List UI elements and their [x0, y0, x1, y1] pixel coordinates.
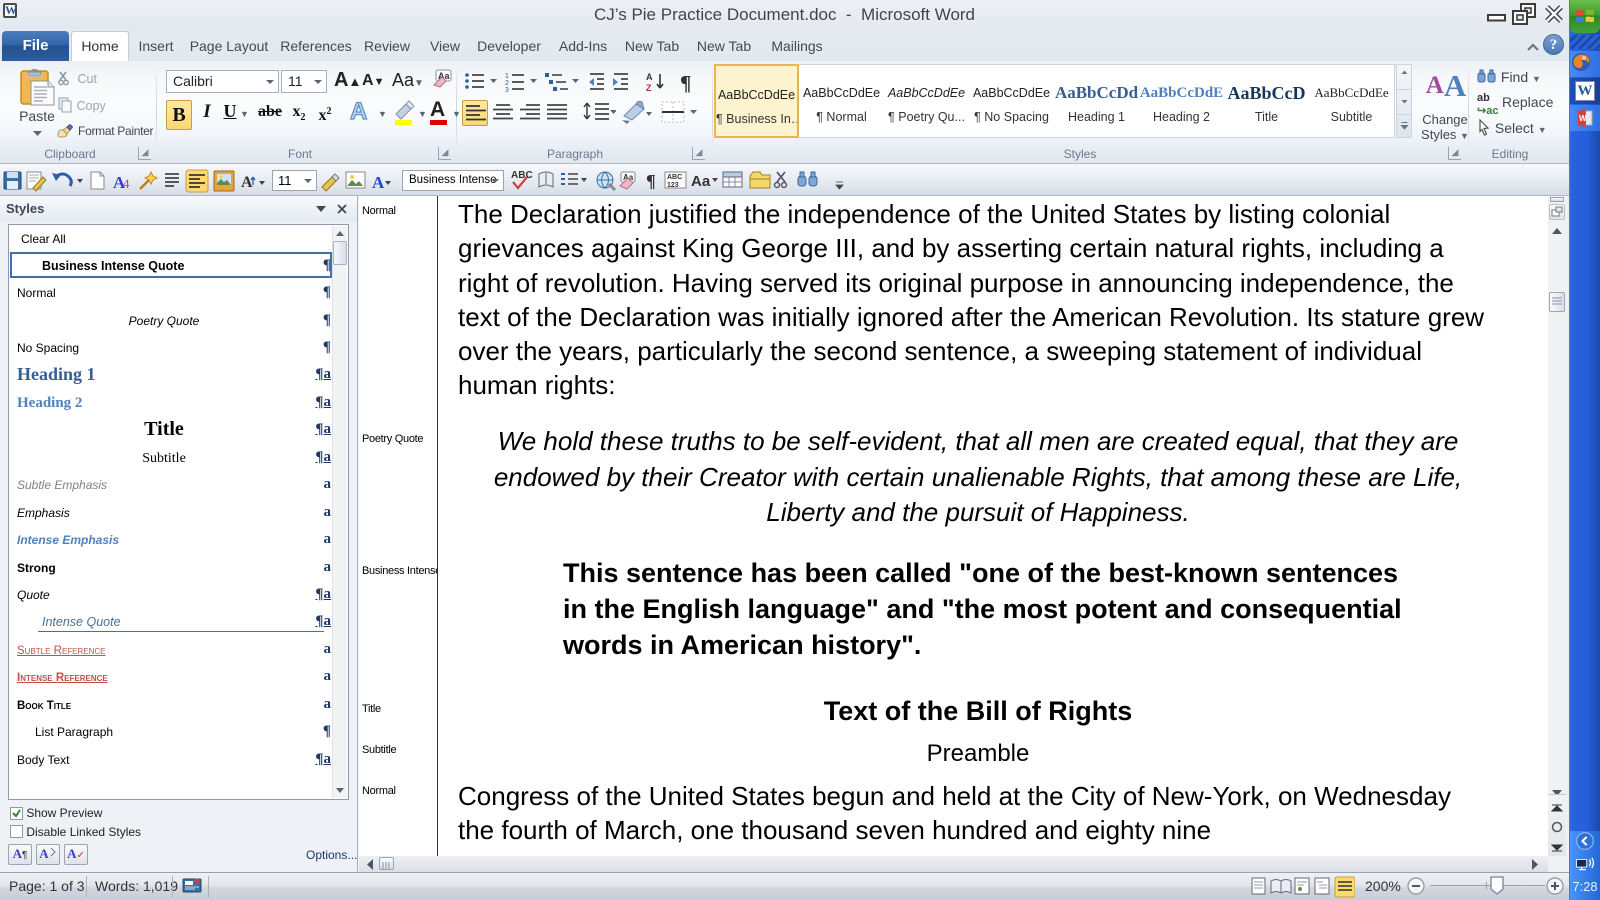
svg-text:ABC: ABC — [667, 174, 682, 181]
svg-text:¶: ¶ — [646, 171, 656, 191]
svg-text:3: 3 — [505, 87, 509, 93]
svg-text:A: A — [241, 174, 253, 191]
svg-text:¶: ¶ — [680, 71, 691, 93]
svg-text:1: 1 — [505, 73, 509, 80]
svg-text:4: 4 — [123, 176, 130, 191]
svg-text:Z: Z — [646, 83, 652, 93]
svg-text:A: A — [646, 72, 653, 82]
svg-text:ABC: ABC — [511, 170, 533, 181]
svg-text:2: 2 — [505, 80, 509, 87]
svg-text:W: W — [1579, 114, 1587, 123]
svg-text:123: 123 — [667, 182, 679, 189]
svg-text:A: A — [372, 173, 385, 192]
svg-text:Aa: Aa — [691, 173, 711, 190]
